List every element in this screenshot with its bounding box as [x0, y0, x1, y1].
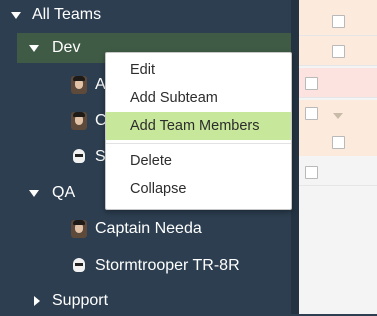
- grid-row: [299, 128, 377, 158]
- menu-item-delete[interactable]: Delete: [106, 147, 291, 175]
- grid-row: [299, 68, 377, 98]
- checkbox[interactable]: [332, 136, 345, 149]
- human-avatar-icon: [71, 220, 87, 238]
- stormtrooper-avatar-icon: [71, 148, 87, 166]
- caret-right-icon[interactable]: [34, 296, 40, 306]
- tree-label-team-qa: QA: [52, 184, 76, 201]
- stormtrooper-avatar-icon: [71, 257, 87, 275]
- tree-row-all-teams[interactable]: All Teams: [0, 0, 291, 30]
- tree-row-member[interactable]: Captain Needa: [0, 214, 291, 244]
- human-avatar-icon: [71, 76, 87, 94]
- menu-item-add-team-members[interactable]: Add Team Members: [106, 112, 291, 140]
- panel-divider[interactable]: [291, 0, 299, 314]
- tree-label-team-dev: Dev: [52, 39, 81, 56]
- caret-down-icon[interactable]: [29, 189, 39, 197]
- checkbox[interactable]: [305, 107, 318, 120]
- dropdown-triangle-icon[interactable]: [333, 113, 343, 119]
- menu-item-edit[interactable]: Edit: [106, 56, 291, 84]
- human-avatar-icon: [71, 112, 87, 130]
- menu-item-add-subteam[interactable]: Add Subteam: [106, 84, 291, 112]
- caret-down-icon[interactable]: [11, 11, 21, 19]
- checkbox[interactable]: [305, 77, 318, 90]
- checkbox[interactable]: [305, 166, 318, 179]
- tree-label-all-teams: All Teams: [32, 6, 102, 23]
- checkbox[interactable]: [332, 45, 345, 58]
- menu-item-collapse[interactable]: Collapse: [106, 175, 291, 203]
- tree-row-member[interactable]: Stormtrooper TR-8R: [0, 251, 291, 281]
- team-context-menu: Edit Add Subteam Add Team Members Delete…: [105, 52, 292, 210]
- permissions-grid: [299, 0, 377, 314]
- grid-row: [299, 0, 377, 36]
- checkbox[interactable]: [332, 15, 345, 28]
- tree-label-team-support: Support: [52, 292, 109, 309]
- member-name: Captain Needa: [95, 220, 202, 237]
- grid-row: [299, 100, 377, 130]
- member-name: Stormtrooper TR-8R: [95, 257, 240, 274]
- caret-down-icon[interactable]: [29, 44, 39, 52]
- grid-row: [299, 36, 377, 66]
- grid-row: [299, 156, 377, 186]
- menu-separator: [106, 143, 291, 144]
- tree-row-team-support[interactable]: Support: [0, 286, 291, 316]
